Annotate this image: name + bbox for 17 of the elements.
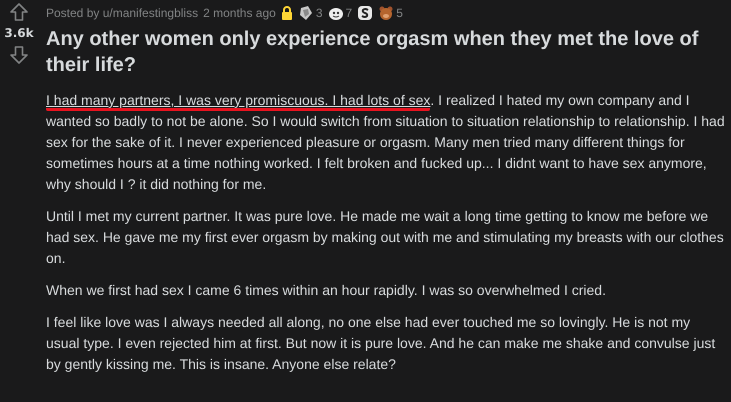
vote-count: 3.6k bbox=[4, 26, 34, 40]
post-paragraph: When we first had sex I came 6 times within an hour rapidly. I was so overwhelmed I cried. bbox=[46, 281, 607, 300]
bear-award-icon bbox=[378, 5, 394, 21]
post-title[interactable]: Any other women only experience orgasm when they met the love of their life? bbox=[46, 26, 726, 78]
award-icon bbox=[328, 5, 344, 21]
award-count: 3 bbox=[316, 6, 322, 20]
author-line: Posted by u/manifestingbliss bbox=[46, 6, 198, 20]
award-count: 5 bbox=[396, 6, 403, 20]
upvote-icon[interactable] bbox=[9, 2, 29, 22]
post-paragraph: I had many partners, I was very promiscuous. I had lots of sex. I realized I hated my own company and I wanted so badly to not be alone. So I would switch from situation to situation relationship to relationship. I had sex for the sake of it. I never experienced pleasure or orgasm. Many men tried many different things for sometimes hours at a time nothing worked. I felt broken and fucked up... I didnt want to have sex anymore, why should I ? it did nothing for me. bbox=[46, 91, 726, 194]
post-age: 2 months ago bbox=[203, 6, 276, 20]
post-paragraph: I feel like love was I always needed all along, no one else had ever touched me so lovingly. He is not my usual type. I even rejected him at first. But now it is pure love. And he can make me shake and convulse just by gently kissing me. This is insane. Anyone else relate? bbox=[46, 313, 716, 374]
award-count: 7 bbox=[346, 6, 352, 20]
coin-award-icon bbox=[357, 5, 374, 21]
downvote-icon[interactable] bbox=[9, 45, 29, 65]
post-paragraph: Until I met my current partner. It was pure love. He made me wait a long time getting to know me before we had sex. He gave me my first ever orgasm by making out with me and stimulating my breasts with our clothes on. bbox=[46, 207, 725, 268]
award-icon bbox=[298, 5, 314, 21]
